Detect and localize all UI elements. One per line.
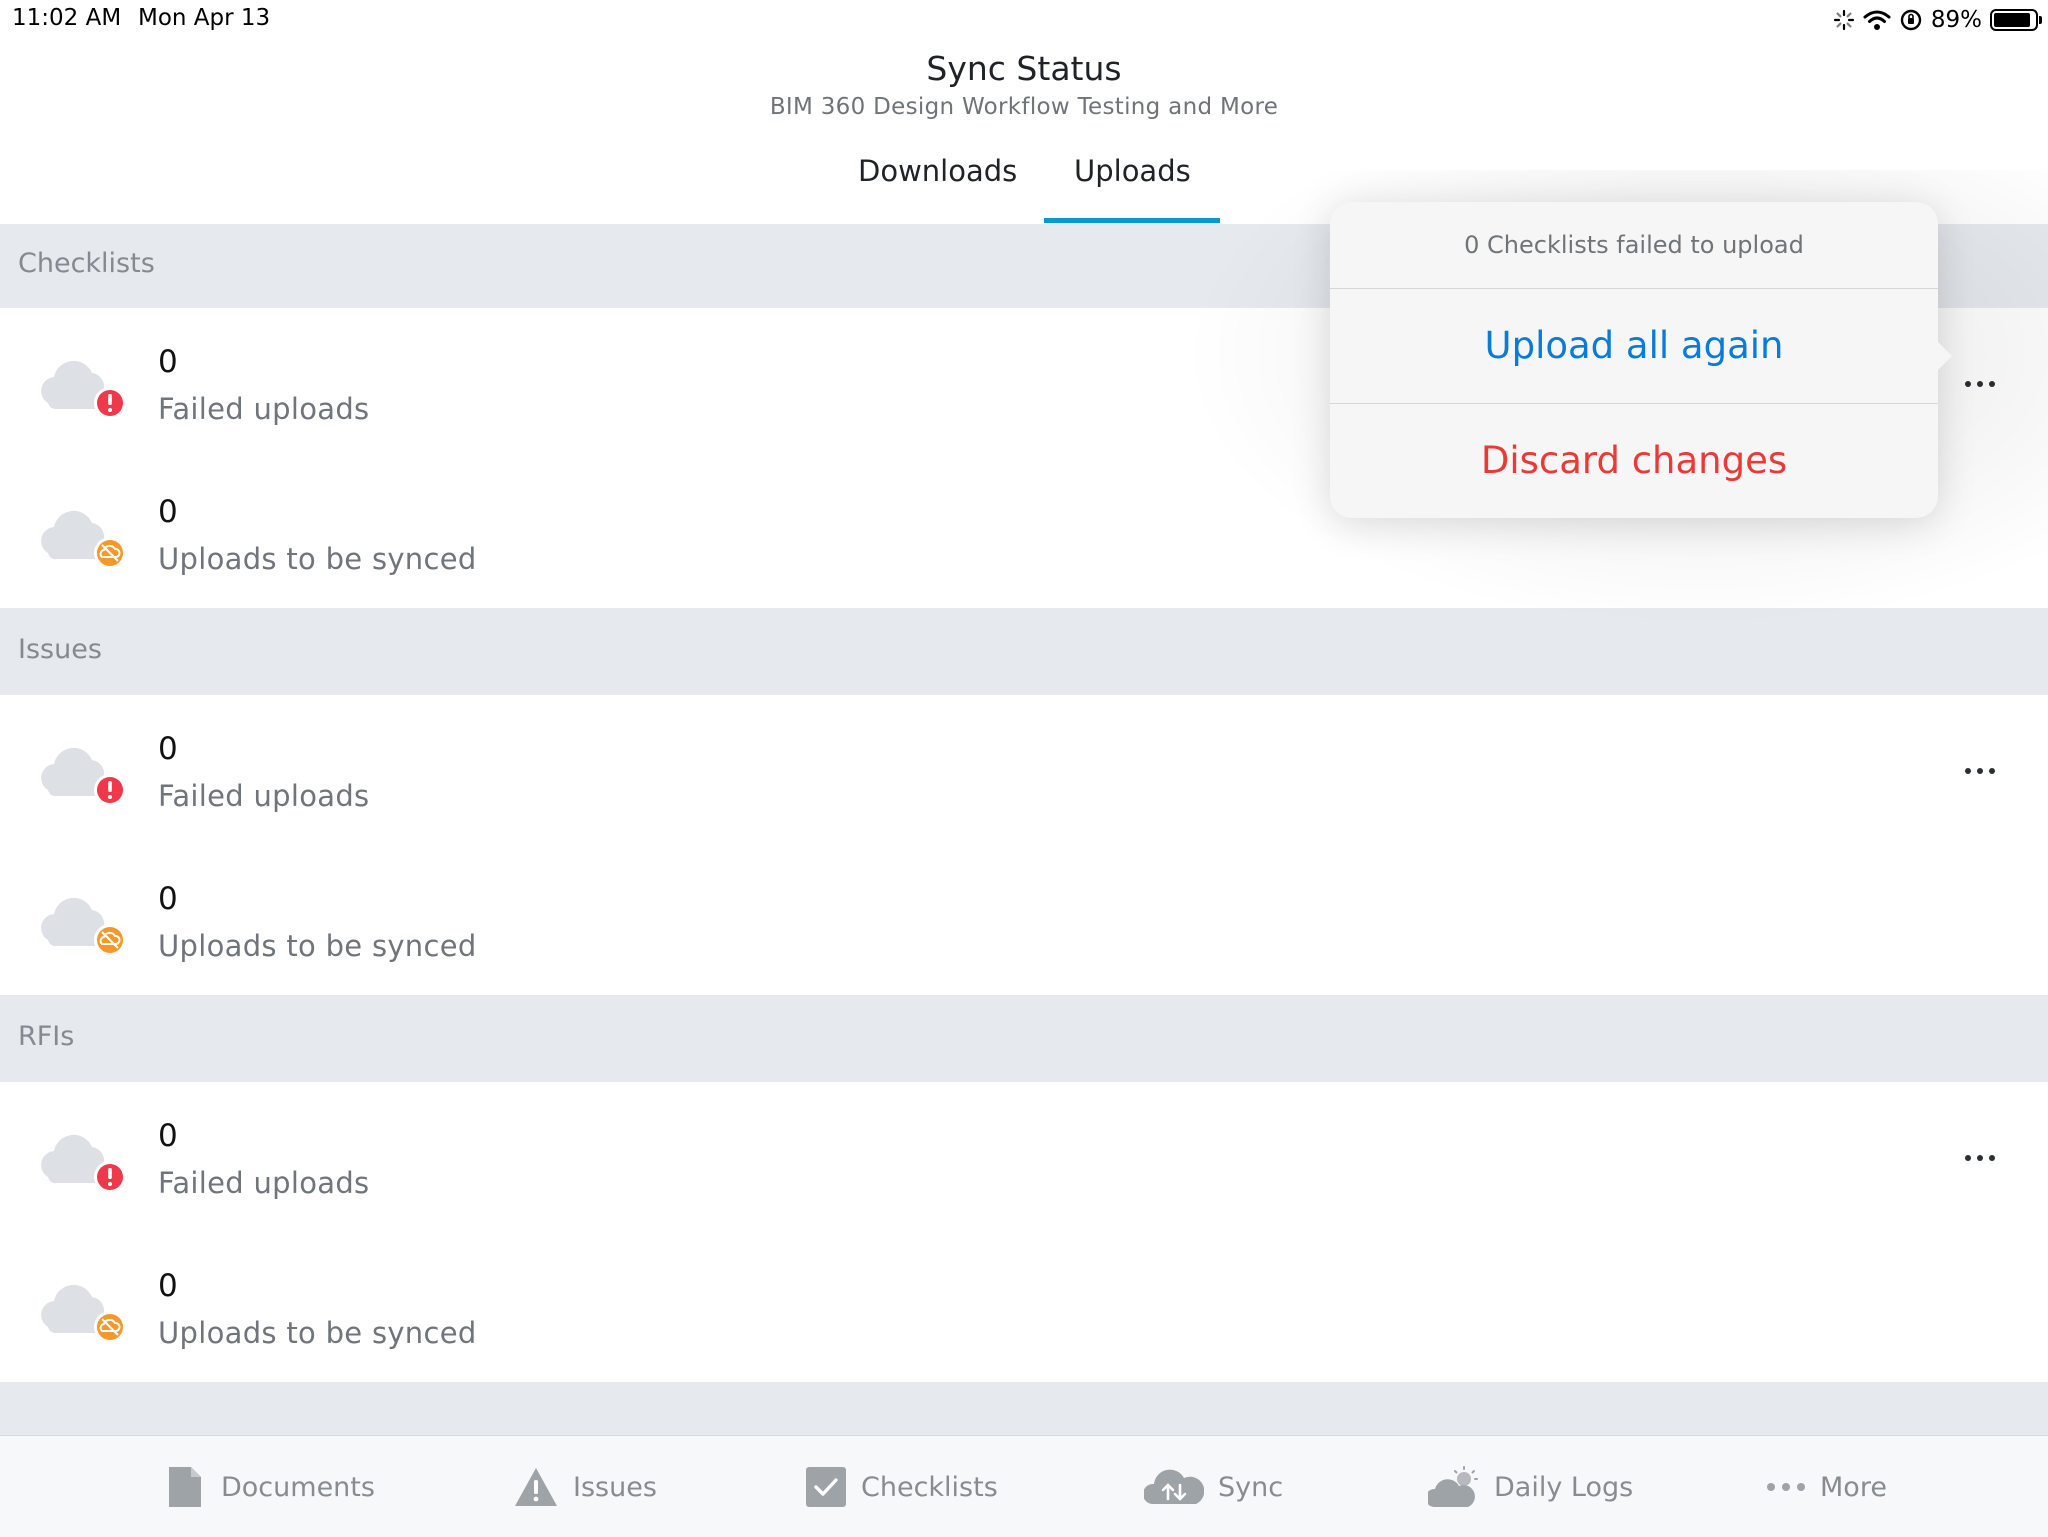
- failed-count: 0: [158, 1118, 178, 1154]
- document-icon: [169, 1467, 201, 1507]
- dot: [1965, 768, 1971, 774]
- cloud-sync-pending-icon: [41, 1284, 126, 1343]
- battery-percent: 89%: [1930, 7, 1982, 33]
- section-header-issues: Issues: [0, 608, 2048, 695]
- wifi-icon: [1863, 10, 1891, 30]
- failed-label: Failed uploads: [158, 392, 370, 426]
- list-item-failed-uploads: 0 Failed uploads: [0, 695, 2048, 846]
- dot: [1989, 381, 1995, 387]
- tab-bar-label: Daily Logs: [1494, 1471, 1634, 1503]
- weather-icon: [1428, 1466, 1478, 1507]
- failed-label: Failed uploads: [158, 1166, 370, 1200]
- cloud-error-icon: [41, 747, 126, 806]
- more-options-button[interactable]: [1952, 753, 2008, 789]
- dot: [1977, 768, 1983, 774]
- cloud-error-icon: [41, 360, 126, 419]
- tab-bar-label: Sync: [1218, 1471, 1284, 1503]
- failed-count: 0: [158, 344, 178, 380]
- tab-uploads[interactable]: Uploads: [1074, 154, 1191, 188]
- battery-fill: [1994, 13, 2030, 27]
- checkbox-icon: [806, 1467, 846, 1507]
- dot: [1965, 1155, 1971, 1161]
- dot: [1989, 1155, 1995, 1161]
- tab-downloads[interactable]: Downloads: [858, 154, 1017, 188]
- discard-changes-button[interactable]: Discard changes: [1330, 404, 1938, 518]
- pending-label: Uploads to be synced: [158, 929, 477, 963]
- tab-bar-documents[interactable]: Documents: [163, 1464, 375, 1510]
- dot: [1965, 381, 1971, 387]
- activity-spinner-icon: [1833, 9, 1854, 31]
- tab-bar-issues[interactable]: Issues: [513, 1464, 657, 1510]
- status-date: Mon Apr 13: [138, 5, 271, 31]
- status-bar: 11:02 AM Mon Apr 13 89%: [0, 0, 2048, 40]
- list-item-failed-uploads: 0 Failed uploads: [0, 1082, 2048, 1233]
- status-time: 11:02 AM: [12, 5, 122, 31]
- pending-count: 0: [158, 881, 178, 917]
- pending-count: 0: [158, 494, 178, 530]
- status-right: 89%: [1833, 4, 2042, 36]
- pending-label: Uploads to be synced: [158, 1316, 477, 1350]
- more-options-button[interactable]: [1952, 366, 2008, 402]
- failed-count: 0: [158, 731, 178, 767]
- tab-bar-label: Documents: [221, 1471, 375, 1503]
- bottom-tab-bar: Documents Issues Checklists Sync Daily L…: [0, 1435, 2048, 1537]
- upload-actions-popover: 0 Checklists failed to upload Upload all…: [1330, 202, 1952, 518]
- tab-bar-more[interactable]: More: [1766, 1464, 1887, 1510]
- section-title: Issues: [18, 634, 102, 665]
- list-item-uploads-to-sync: 0 Uploads to be synced: [0, 845, 2048, 996]
- section-header-rfis: RFIs: [0, 995, 2048, 1082]
- dot: [1977, 1155, 1983, 1161]
- cloud-sync-pending-icon: [41, 897, 126, 956]
- popover-arrow: [1936, 340, 1952, 372]
- section-title: RFIs: [18, 1021, 75, 1052]
- dot: [1977, 381, 1983, 387]
- dot: [1989, 768, 1995, 774]
- upload-all-again-button[interactable]: Upload all again: [1330, 289, 1938, 404]
- list-item-uploads-to-sync: 0 Uploads to be synced: [0, 1232, 2048, 1383]
- warning-icon: [515, 1468, 557, 1506]
- more-options-button[interactable]: [1952, 1140, 2008, 1176]
- section-title: Checklists: [18, 248, 155, 279]
- cloud-sync-pending-icon: [41, 510, 126, 569]
- tab-bar-label: Checklists: [861, 1471, 998, 1503]
- page-title: Sync Status: [926, 49, 1122, 88]
- tab-bar-daily-logs[interactable]: Daily Logs: [1428, 1464, 1633, 1510]
- battery-icon: [1990, 9, 2042, 31]
- tab-bar-label: Issues: [573, 1471, 657, 1503]
- pending-count: 0: [158, 1268, 178, 1304]
- tab-bar-label: More: [1820, 1471, 1887, 1503]
- tab-bar-sync[interactable]: Sync: [1144, 1464, 1283, 1510]
- orientation-lock-icon: [1900, 9, 1922, 31]
- ellipsis-icon: [1767, 1483, 1805, 1491]
- cloud-sync-icon: [1144, 1469, 1204, 1504]
- project-subtitle: BIM 360 Design Workflow Testing and More: [769, 94, 1279, 120]
- pending-label: Uploads to be synced: [158, 542, 477, 576]
- failed-label: Failed uploads: [158, 779, 370, 813]
- active-tab-indicator: [1044, 218, 1220, 223]
- cloud-error-icon: [41, 1134, 126, 1193]
- popover-title: 0 Checklists failed to upload: [1330, 202, 1938, 289]
- tab-bar-checklists[interactable]: Checklists: [805, 1464, 998, 1510]
- list-footer-spacer: [0, 1382, 2048, 1435]
